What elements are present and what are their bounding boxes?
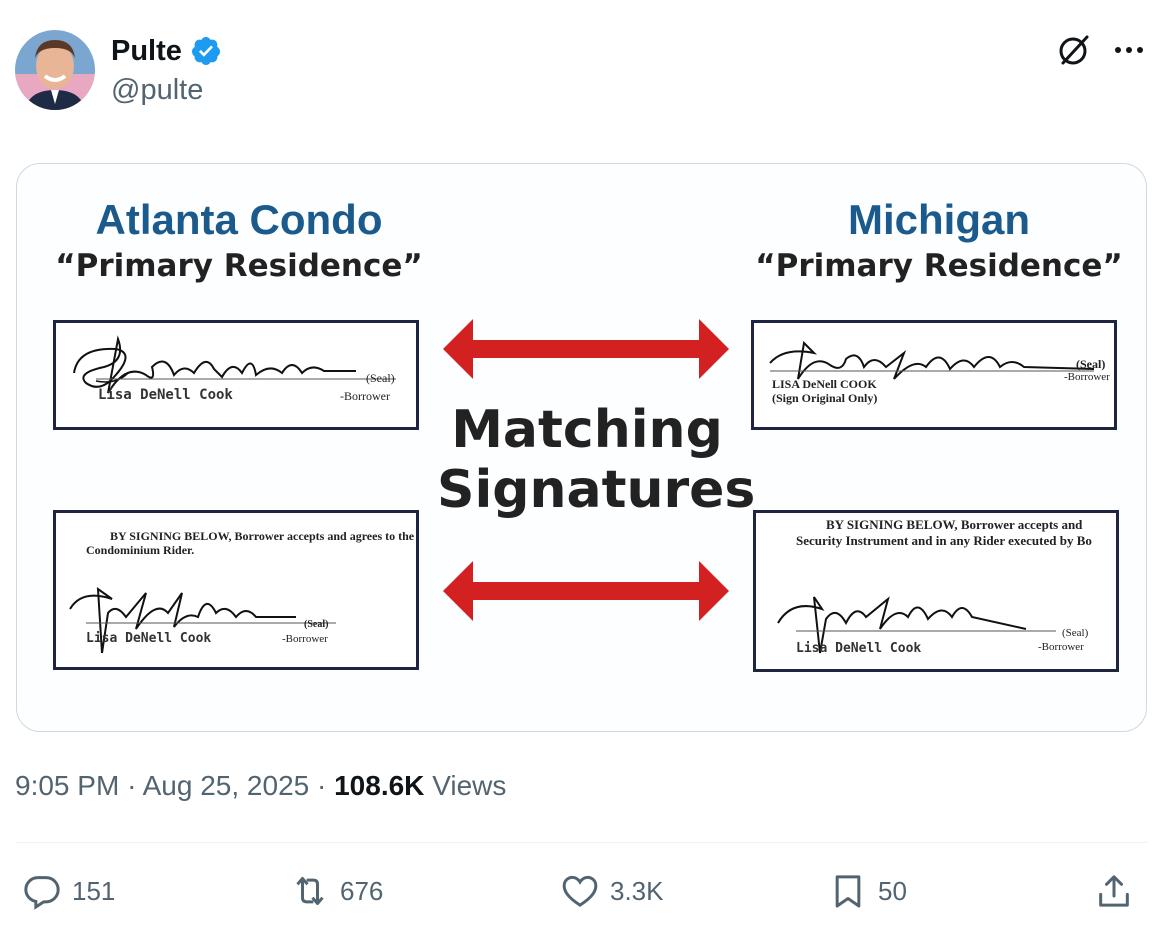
verified-badge-icon xyxy=(191,37,220,65)
right-panel-title: Michigan xyxy=(847,196,1030,243)
typed-name: Lisa DeNell Cook xyxy=(796,641,922,656)
profile-avatar xyxy=(15,30,95,110)
share-icon xyxy=(1099,875,1129,907)
views-count: 108.6K xyxy=(334,770,425,801)
seal-label: (Seal) xyxy=(1062,627,1089,639)
bookmark-button[interactable]: 50 xyxy=(828,868,907,914)
views-label: Views xyxy=(432,770,507,801)
tweet-time[interactable]: 9:05 PM xyxy=(15,770,119,801)
display-name[interactable]: Pulte xyxy=(111,35,182,68)
seal-label: (Seal) xyxy=(304,619,329,630)
avatar[interactable] xyxy=(15,30,95,110)
double-arrow-icon xyxy=(443,561,729,621)
tweet-media-image[interactable]: Atlanta Condo “Primary Residence” Michig… xyxy=(16,163,1147,732)
heart-icon xyxy=(562,875,598,907)
signature-scribble xyxy=(69,586,336,654)
borrower-label: -Borrower xyxy=(1064,371,1110,383)
seal-label: (Seal) xyxy=(1076,357,1106,371)
divider xyxy=(15,842,1147,843)
repost-count: 676 xyxy=(340,875,384,906)
borrower-label: -Borrower xyxy=(1038,641,1084,653)
borrower-label: -Borrower xyxy=(340,389,390,403)
signature-doc-michigan-2: BY SIGNING BELOW, Borrower accepts and S… xyxy=(753,510,1119,672)
like-button[interactable]: 3.3K xyxy=(560,868,664,914)
signature-doc-atlanta-1: Lisa DeNell Cook (Seal) -Borrower xyxy=(53,320,419,430)
reply-count: 151 xyxy=(72,875,116,906)
signature-doc-atlanta-2: BY SIGNING BELOW, Borrower accepts and a… xyxy=(53,510,419,670)
typed-name: LISA DeNell COOK xyxy=(772,377,877,391)
like-count: 3.3K xyxy=(610,875,664,906)
seal-label: (Seal) xyxy=(366,371,395,385)
share-button[interactable] xyxy=(1094,868,1134,914)
meta-separator: · xyxy=(127,770,137,801)
left-panel-subtitle: “Primary Residence” xyxy=(55,248,423,284)
borrower-label: -Borrower xyxy=(282,633,328,645)
left-panel-title: Atlanta Condo xyxy=(95,196,383,243)
tweet-meta: 9:05 PM · Aug 25, 2025 · 108.6K Views xyxy=(15,770,506,802)
reply-button[interactable]: 151 xyxy=(22,868,115,914)
grok-icon[interactable] xyxy=(1056,32,1092,68)
typed-name: Lisa DeNell Cook xyxy=(86,631,212,646)
meta-separator: · xyxy=(317,770,327,801)
author-handle[interactable]: @pulte xyxy=(111,74,203,107)
tweet-date[interactable]: Aug 25, 2025 xyxy=(143,770,310,801)
reply-icon xyxy=(24,876,60,910)
signature-doc-michigan-1: LISA DeNell COOK (Sign Original Only) (S… xyxy=(751,320,1117,430)
typed-name: Lisa DeNell Cook xyxy=(98,387,233,403)
sign-note: (Sign Original Only) xyxy=(772,391,878,405)
signatures-label: Signatures xyxy=(437,460,756,520)
matching-label: Matching xyxy=(451,400,723,460)
signature-scribble xyxy=(73,335,396,394)
bookmark-icon xyxy=(835,875,861,908)
double-arrow-icon xyxy=(443,319,729,379)
repost-button[interactable]: 676 xyxy=(290,868,383,914)
right-panel-subtitle: “Primary Residence” xyxy=(755,248,1123,284)
repost-icon xyxy=(296,877,324,905)
author-name-row[interactable]: Pulte xyxy=(111,32,222,70)
bookmark-count: 50 xyxy=(878,875,907,906)
more-options-icon[interactable] xyxy=(1111,36,1147,64)
